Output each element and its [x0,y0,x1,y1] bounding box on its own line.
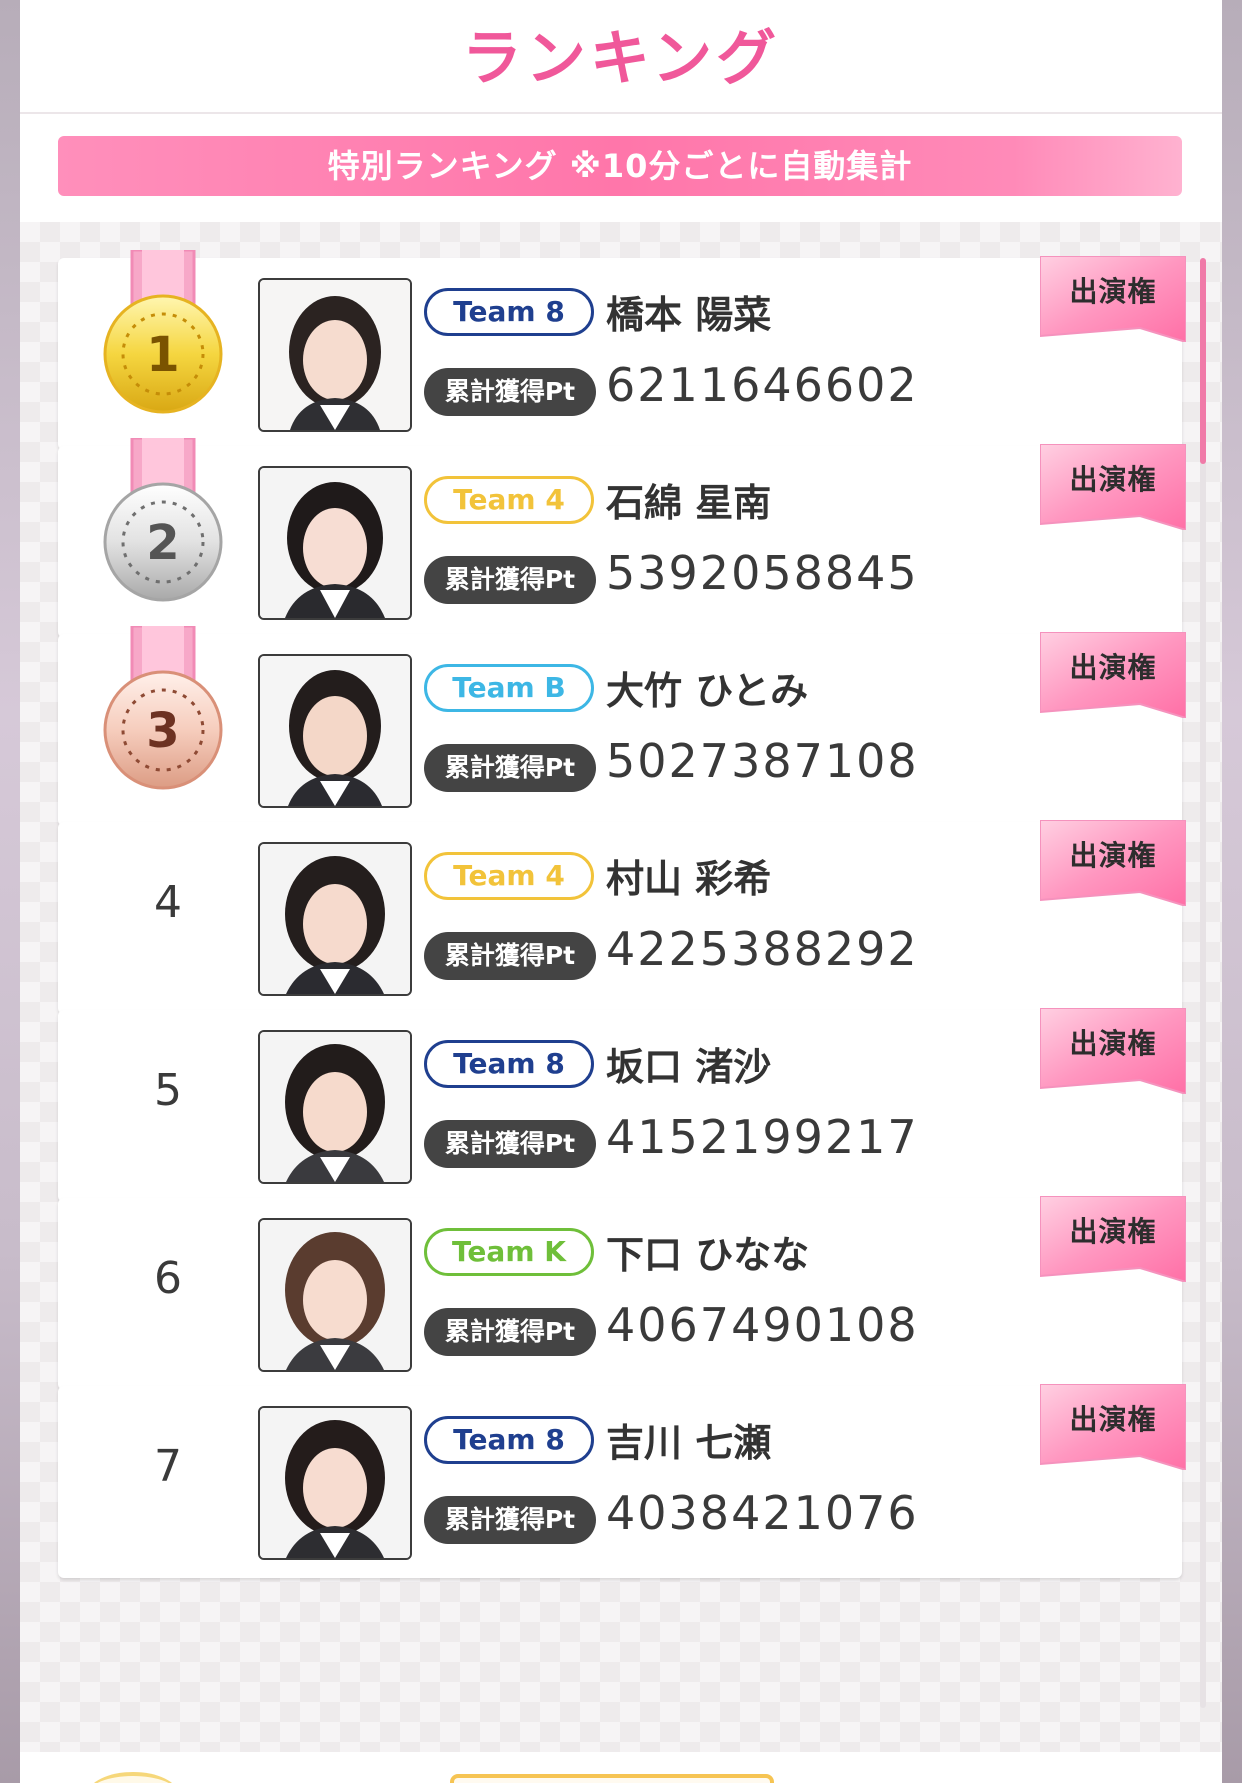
team-badge: Team 4 [424,852,594,900]
points-value: 6211646602 [606,358,919,412]
performance-right-ribbon: 出演権 [1039,631,1187,720]
points-label: 累計獲得Pt [424,744,596,792]
rank-number: 4 [154,877,182,928]
ribbon-label: 出演権 [1069,275,1157,308]
member-photo[interactable] [258,278,412,432]
gold-medal-icon: 1 [103,250,223,414]
scrollbar[interactable] [1200,258,1206,1708]
silver-medal-icon: 2 [103,438,223,602]
medal-icon-peek [88,1772,178,1783]
member-name[interactable]: 村山 彩希 [606,848,771,903]
page-title: ランキング [461,24,781,94]
points-value: 4067490108 [606,1298,919,1352]
points-label: 累計獲得Pt [424,932,596,980]
member-name[interactable]: 吉川 七瀬 [606,1412,771,1467]
rank-1-number: 1 [146,327,179,383]
points-value: 5392058845 [606,546,919,600]
performance-right-ribbon: 出演権 [1039,1383,1187,1472]
bottom-peek-area [20,1752,1222,1783]
team-badge: Team 8 [424,288,594,336]
ribbon-label: 出演権 [1069,463,1157,496]
rank-number: 5 [154,1065,182,1116]
subheader-area: 特別ランキング ※10分ごとに自動集計 [20,114,1222,222]
team-badge: Team K [424,1228,594,1276]
team-badge: Team B [424,664,594,712]
ranking-panel: ランキング 特別ランキング ※10分ごとに自動集計 1 Team 8 橋本 陽菜… [20,0,1222,1783]
points-value: 4152199217 [606,1110,919,1164]
rank-number: 6 [154,1253,182,1304]
performance-right-ribbon: 出演権 [1039,819,1187,908]
performance-right-ribbon: 出演権 [1039,1007,1187,1096]
member-photo[interactable] [258,1030,412,1184]
points-value: 4038421076 [606,1486,919,1540]
ranking-row[interactable]: 7 Team 8 吉川 七瀬 累計獲得Pt 4038421076 出演権 [58,1383,1187,1578]
rank-number: 7 [154,1441,182,1492]
ranking-row[interactable]: 3 Team B 大竹 ひとみ 累計獲得Pt 5027387108 出演権 [58,626,1187,826]
background-left [0,0,20,1783]
bronze-medal-icon: 3 [103,626,223,790]
points-value: 5027387108 [606,734,919,788]
background-right [1222,0,1242,1783]
rank-2-number: 2 [146,515,179,571]
scrollbar-thumb[interactable] [1200,258,1206,464]
points-label: 累計獲得Pt [424,556,596,604]
ranking-row[interactable]: 5 Team 8 坂口 渚沙 累計獲得Pt 4152199217 出演権 [58,1007,1187,1202]
ribbon-label: 出演権 [1069,1215,1157,1248]
rank-3-number: 3 [146,703,179,759]
button-peek[interactable] [450,1774,774,1783]
header: ランキング [20,0,1222,114]
performance-right-ribbon: 出演権 [1039,255,1187,344]
team-badge: Team 8 [424,1040,594,1088]
team-badge: Team 8 [424,1416,594,1464]
member-photo[interactable] [258,1218,412,1372]
points-label: 累計獲得Pt [424,1120,596,1168]
member-photo[interactable] [258,842,412,996]
ribbon-label: 出演権 [1069,839,1157,872]
ribbon-label: 出演権 [1069,651,1157,684]
points-label: 累計獲得Pt [424,1496,596,1544]
points-label: 累計獲得Pt [424,1308,596,1356]
ranking-row[interactable]: 4 Team 4 村山 彩希 累計獲得Pt 4225388292 出演権 [58,819,1187,1014]
member-name[interactable]: 坂口 渚沙 [606,1036,771,1091]
ribbon-label: 出演権 [1069,1027,1157,1060]
performance-right-ribbon: 出演権 [1039,1195,1187,1284]
ranking-row[interactable]: 1 Team 8 橋本 陽菜 累計獲得Pt 6211646602 出演権 [58,250,1187,450]
member-photo[interactable] [258,466,412,620]
ribbon-label: 出演権 [1069,1403,1157,1436]
member-name[interactable]: 石綿 星南 [606,472,771,527]
special-ranking-banner: 特別ランキング ※10分ごとに自動集計 [58,136,1182,196]
team-badge: Team 4 [424,476,594,524]
ranking-list[interactable]: 1 Team 8 橋本 陽菜 累計獲得Pt 6211646602 出演権 2 T… [20,222,1222,1783]
member-photo[interactable] [258,1406,412,1560]
performance-right-ribbon: 出演権 [1039,443,1187,532]
member-photo[interactable] [258,654,412,808]
points-label: 累計獲得Pt [424,368,596,416]
points-value: 4225388292 [606,922,919,976]
member-name[interactable]: 橋本 陽菜 [606,284,771,339]
member-name[interactable]: 下口 ひなな [606,1224,809,1279]
ranking-row[interactable]: 2 Team 4 石綿 星南 累計獲得Pt 5392058845 出演権 [58,438,1187,638]
ranking-row[interactable]: 6 Team K 下口 ひなな 累計獲得Pt 4067490108 出演権 [58,1195,1187,1390]
member-name[interactable]: 大竹 ひとみ [606,660,808,715]
